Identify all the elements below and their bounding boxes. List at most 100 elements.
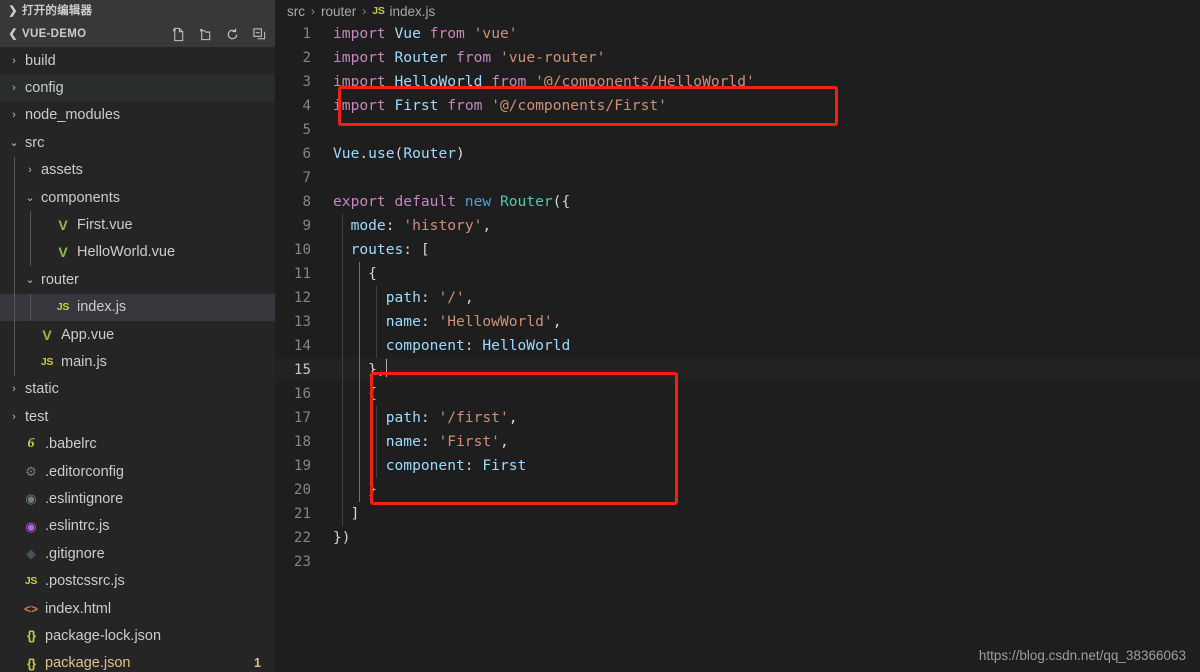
code-line[interactable]: 5 — [275, 118, 1200, 142]
circle-file-icon: ◉ — [25, 491, 37, 507]
chevron-down-icon[interactable]: ⌄ — [6, 136, 22, 149]
tree-item-label: components — [41, 189, 120, 206]
tree-item-src[interactable]: ⌄ src — [0, 129, 275, 156]
code-line[interactable]: 12 path: '/', — [275, 286, 1200, 310]
chevron-right-icon[interactable]: › — [6, 55, 22, 67]
code-token: '@/components/First' — [491, 97, 667, 114]
code-line[interactable]: 9 mode: 'history', — [275, 214, 1200, 238]
tree-item-postcssrc-js[interactable]: ›JS.postcssrc.js — [0, 567, 275, 594]
tree-item-build[interactable]: › build — [0, 47, 275, 74]
tree-item-first-vue[interactable]: ›VFirst.vue — [0, 211, 275, 239]
breadcrumb-item-src[interactable]: src — [287, 4, 305, 19]
code-token: , — [552, 313, 562, 330]
tree-item-helloworld-vue[interactable]: ›VHelloWorld.vue — [0, 238, 275, 267]
code-token: component — [385, 337, 465, 354]
project-root-header[interactable]: ❮ VUE-DEMO — [0, 22, 275, 47]
tree-item-app-vue[interactable]: ›VApp.vue — [0, 320, 275, 349]
code-line[interactable]: 6 Vue.use(Router) — [275, 142, 1200, 166]
code-token: } — [333, 481, 377, 498]
code-line[interactable]: 2 import Router from 'vue-router' — [275, 46, 1200, 70]
code-line[interactable]: 3 import HelloWorld from '@/components/He… — [275, 70, 1200, 94]
chevron-right-icon[interactable]: › — [6, 411, 22, 423]
tree-item-label: config — [25, 80, 64, 97]
new-folder-icon[interactable] — [197, 27, 213, 43]
git-file-icon: ◆ — [26, 546, 36, 562]
code-line[interactable]: 14 component: HelloWorld — [275, 334, 1200, 358]
code-token: mode — [350, 217, 386, 234]
tree-item-package-json[interactable]: ›{}package.json1 — [0, 650, 275, 672]
code-line-text: component: First — [333, 454, 527, 478]
code-line-text: import Vue from 'vue' — [333, 22, 518, 46]
tree-item-assets[interactable]: › assets — [0, 156, 275, 184]
breadcrumb[interactable]: src › router › JS index.js — [275, 0, 1200, 22]
code-line[interactable]: 18 name: 'First', — [275, 430, 1200, 454]
tree-item-test[interactable]: › test — [0, 403, 275, 430]
breadcrumb-item-index-js[interactable]: JS index.js — [372, 4, 435, 19]
tree-item-node-modules[interactable]: › node_modules — [0, 102, 275, 129]
code-line[interactable]: 8 export default new Router({ — [275, 190, 1200, 214]
chevron-right-icon[interactable]: › — [22, 164, 38, 176]
breadcrumb-item-router[interactable]: router — [321, 4, 356, 19]
tree-item-main-js[interactable]: ›JSmain.js — [0, 348, 275, 376]
code-token: Router — [499, 193, 553, 210]
code-line[interactable]: 7 — [275, 166, 1200, 190]
tree-item-index-html[interactable]: ›<>index.html — [0, 595, 275, 622]
chevron-right-icon[interactable]: › — [6, 82, 22, 94]
line-number: 14 — [293, 338, 311, 354]
chevron-down-icon[interactable]: ⌄ — [22, 191, 38, 204]
code-editor[interactable]: 1 import Vue from 'vue' 2 import Router fro… — [275, 22, 1200, 672]
tree-item-package-lock-json[interactable]: ›{}package-lock.json — [0, 622, 275, 649]
open-editors-header[interactable]: ❯ 打开的编辑器 — [0, 0, 275, 22]
js-file-icon: JS — [372, 5, 385, 17]
tree-item-index-js[interactable]: ›JSindex.js — [0, 293, 275, 321]
file-tree[interactable]: › build › config › node_modules ⌄ src › assets ⌄ co… — [0, 47, 275, 672]
tree-item-components[interactable]: ⌄ components — [0, 183, 275, 212]
tree-item-eslintrc-js[interactable]: ›◉.eslintrc.js — [0, 513, 275, 540]
code-line[interactable]: 11 { — [275, 262, 1200, 286]
code-line[interactable]: 4 import First from '@/components/First' — [275, 94, 1200, 118]
code-indent-guide — [359, 262, 360, 502]
code-line[interactable]: 20 } — [275, 478, 1200, 502]
chevron-right-icon[interactable]: › — [6, 109, 22, 121]
code-line[interactable]: 16 { — [275, 382, 1200, 406]
tree-item-static[interactable]: › static — [0, 376, 275, 403]
tree-item-router[interactable]: ⌄ router — [0, 266, 275, 294]
code-line[interactable]: 15 }, — [275, 358, 1200, 382]
code-line-text: import Router from 'vue-router' — [333, 46, 605, 70]
tree-item-config[interactable]: › config — [0, 74, 275, 102]
code-line[interactable]: 19 component: First — [275, 454, 1200, 478]
code-line-text: import HelloWorld from '@/components/Hel… — [333, 70, 755, 94]
indent-guide — [14, 156, 15, 184]
tree-item-editorconfig[interactable]: ›⚙.editorconfig — [0, 458, 275, 485]
new-file-icon[interactable] — [170, 27, 186, 43]
code-line[interactable]: 13 name: 'HellowWorld', — [275, 310, 1200, 334]
code-token: ] — [333, 505, 360, 522]
git-status-badge: 1 — [254, 656, 261, 671]
code-line[interactable]: 10 routes: [ — [275, 238, 1200, 262]
refresh-icon[interactable] — [224, 27, 240, 43]
tree-item-label: .eslintrc.js — [45, 518, 110, 535]
json-file-icon: {} — [26, 655, 36, 671]
code-line-text: { — [333, 382, 377, 406]
code-token: ( — [394, 145, 404, 162]
breadcrumb-label: router — [321, 3, 357, 19]
code-line[interactable]: 17 path: '/first', — [275, 406, 1200, 430]
indent-guide — [14, 211, 15, 239]
breadcrumb-separator: › — [311, 4, 315, 18]
code-token: , — [508, 409, 518, 426]
code-line[interactable]: 1 import Vue from 'vue' — [275, 22, 1200, 46]
code-line-text: name: 'HellowWorld', — [333, 310, 562, 334]
chevron-down-icon[interactable]: ⌄ — [22, 273, 38, 286]
code-line[interactable]: 23 — [275, 550, 1200, 574]
tree-item-gitignore[interactable]: ›◆.gitignore — [0, 540, 275, 567]
tree-item-eslintignore[interactable]: ›◉.eslintignore — [0, 485, 275, 512]
chevron-right-icon[interactable]: › — [6, 383, 22, 395]
code-line[interactable]: 21 ] — [275, 502, 1200, 526]
code-token: from — [491, 73, 527, 90]
tree-item-babelrc[interactable]: ›6.babelrc — [0, 430, 275, 457]
code-token: from — [447, 97, 483, 114]
code-line[interactable]: 22}) — [275, 526, 1200, 550]
collapse-all-icon[interactable] — [251, 27, 267, 43]
